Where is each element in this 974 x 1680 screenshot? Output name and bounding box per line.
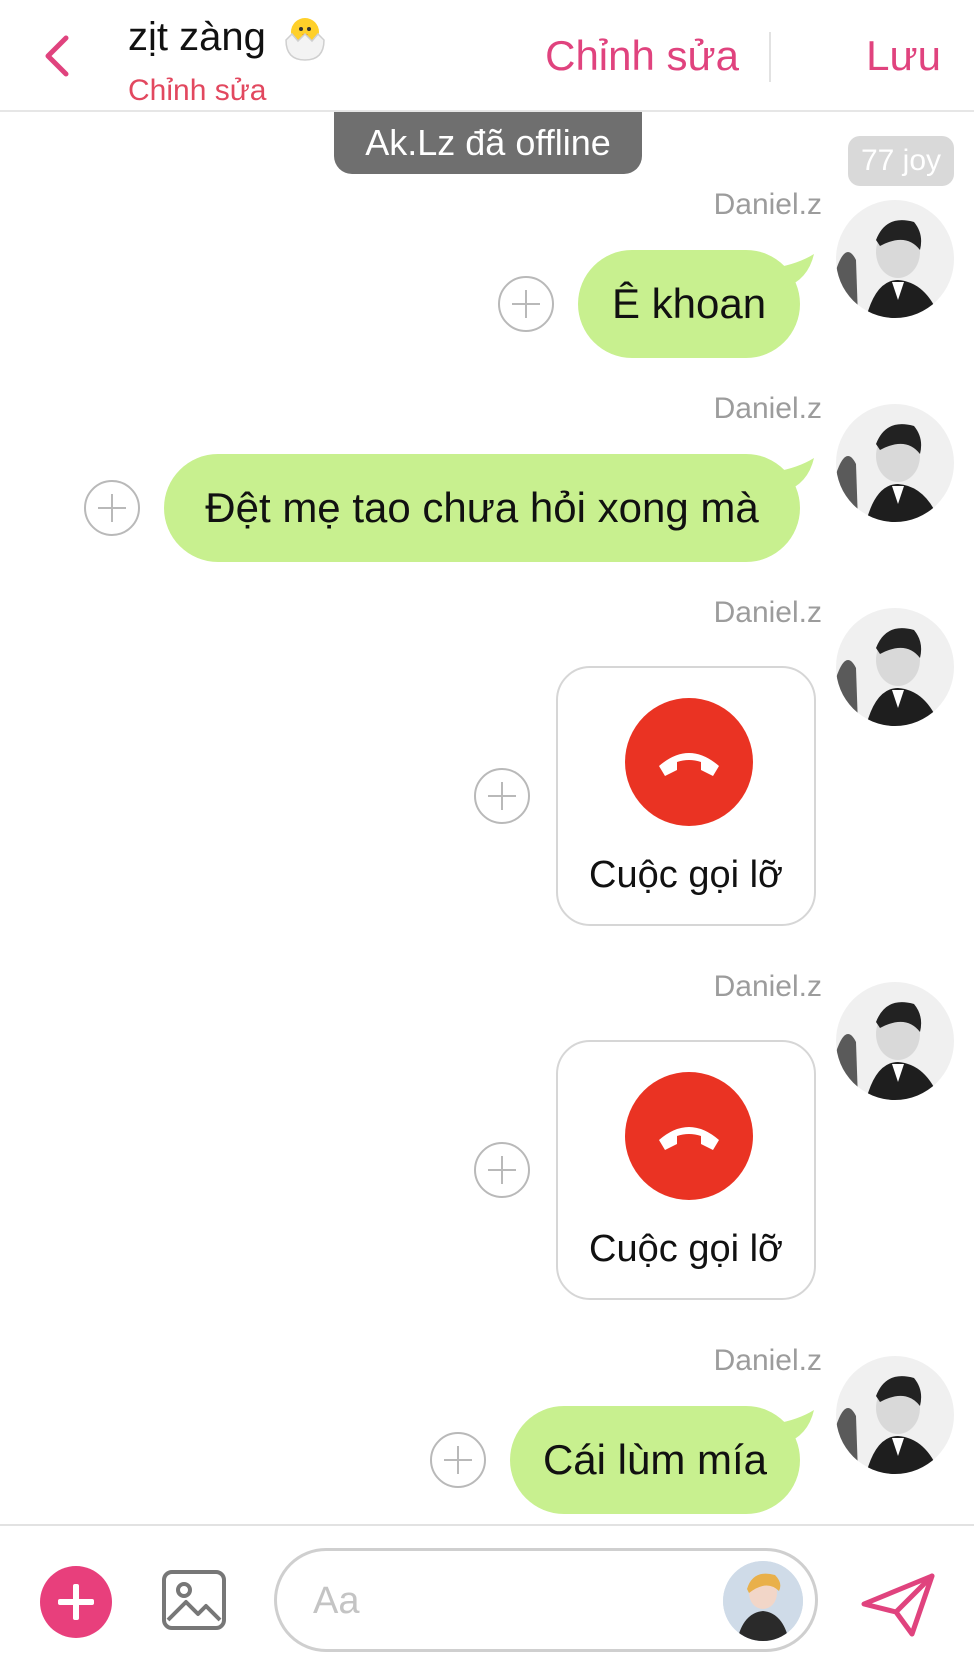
sender-avatar[interactable]	[836, 404, 954, 522]
phone-hangup-icon	[625, 698, 753, 826]
offline-notice: Ak.Lz đã offline	[334, 112, 642, 174]
hatching-chick-icon	[278, 10, 332, 64]
image-icon[interactable]	[160, 1566, 228, 1634]
sticker-avatar-button[interactable]	[723, 1561, 803, 1641]
chat-subtitle[interactable]: Chỉnh sửa	[128, 74, 332, 108]
sender-name: Daniel.z	[713, 596, 822, 629]
sender-name: Daniel.z	[713, 392, 822, 425]
send-icon[interactable]	[858, 1570, 938, 1640]
sender-name: Daniel.z	[713, 1344, 822, 1377]
message-input[interactable]	[313, 1571, 693, 1631]
add-reaction-button[interactable]	[430, 1432, 486, 1488]
sender-avatar[interactable]	[836, 982, 954, 1100]
missed-call-label: Cuộc gọi lỡ	[589, 854, 783, 896]
missed-call-label: Cuộc gọi lỡ	[589, 1228, 783, 1270]
composer-bar	[0, 1524, 974, 1680]
add-attachment-button[interactable]	[40, 1566, 112, 1638]
chat-title-block: zịt zàng Chỉnh sửa	[128, 10, 332, 108]
sender-name: Daniel.z	[713, 188, 822, 221]
missed-call-card[interactable]: Cuộc gọi lỡ	[556, 1040, 816, 1300]
sender-name: Daniel.z	[713, 970, 822, 1003]
header-divider	[769, 32, 771, 82]
add-reaction-button[interactable]	[474, 768, 530, 824]
sender-avatar[interactable]	[836, 1356, 954, 1474]
phone-hangup-icon	[625, 1072, 753, 1200]
message-bubble[interactable]: Cái lùm mía	[510, 1406, 814, 1514]
chat-header: zịt zàng Chỉnh sửa Chỉnh sửa Lưu	[0, 0, 974, 112]
joy-badge: 77 joy	[848, 136, 954, 186]
message-bubble[interactable]: Đệt mẹ tao chưa hỏi xong mà	[164, 454, 814, 562]
sender-avatar[interactable]	[836, 608, 954, 726]
sender-avatar[interactable]	[836, 200, 954, 318]
message-bubble[interactable]: Ê khoan	[578, 250, 814, 358]
missed-call-card[interactable]: Cuộc gọi lỡ	[556, 666, 816, 926]
message-text: Đệt mẹ tao chưa hỏi xong mà	[205, 484, 759, 531]
chat-title: zịt zàng	[128, 10, 332, 64]
edit-button[interactable]: Chỉnh sửa	[545, 32, 739, 80]
add-reaction-button[interactable]	[474, 1142, 530, 1198]
chat-title-text: zịt zàng	[128, 14, 266, 59]
save-button[interactable]: Lưu	[866, 32, 941, 80]
add-reaction-button[interactable]	[84, 480, 140, 536]
add-reaction-button[interactable]	[498, 276, 554, 332]
back-chevron-icon[interactable]	[38, 32, 78, 80]
message-input-box[interactable]	[274, 1548, 818, 1652]
message-text: Ê khoan	[611, 280, 767, 327]
message-text: Cái lùm mía	[542, 1436, 768, 1483]
